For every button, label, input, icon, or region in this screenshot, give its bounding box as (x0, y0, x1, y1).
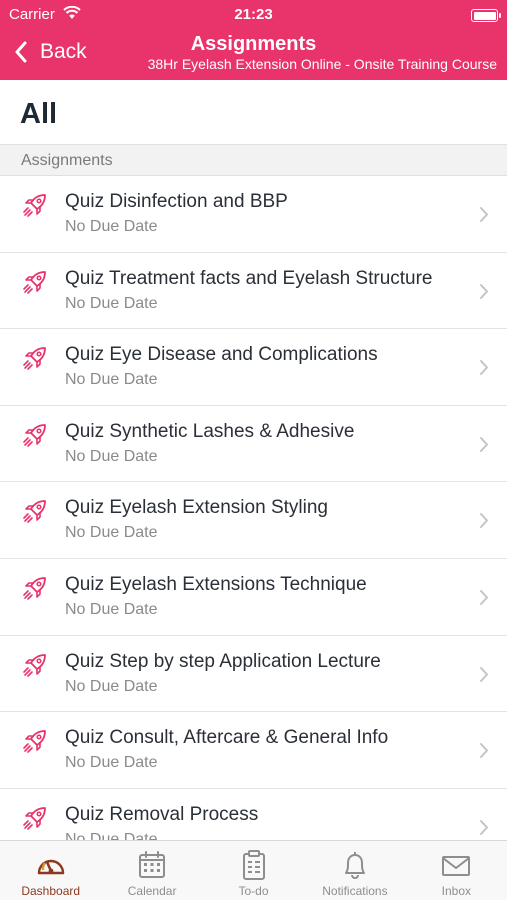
chevron-right-icon (480, 283, 488, 299)
tab-dashboard[interactable]: Dashboard (0, 841, 101, 900)
assignment-due-date: No Due Date (65, 677, 158, 695)
rocket-icon (23, 270, 46, 294)
chevron-right-icon (480, 513, 488, 529)
header-subtitle: 38Hr Eyelash Extension Online - Onsite T… (147, 56, 497, 72)
rocket-icon (23, 423, 46, 447)
assignment-row[interactable]: Quiz Eyelash Extensions Technique No Due … (0, 559, 507, 636)
page-heading: All (0, 80, 507, 144)
assignment-due-date: No Due Date (65, 294, 158, 312)
envelope-icon (442, 856, 471, 876)
assignment-name: Quiz Eyelash Extensions Technique (65, 573, 367, 595)
tab-notifications[interactable]: Notifications (304, 841, 405, 900)
chevron-right-icon (480, 589, 488, 605)
chevron-right-icon (480, 436, 488, 452)
rocket-icon (23, 653, 46, 677)
assignment-row[interactable]: Quiz Eyelash Extension Styling No Due Dat… (0, 482, 507, 559)
tab-inbox[interactable]: Inbox (406, 841, 507, 900)
assignment-row[interactable]: Quiz Synthetic Lashes & Adhesive No Due D… (0, 406, 507, 483)
status-time: 21:23 (234, 6, 273, 23)
tab-label: To-do (238, 884, 269, 898)
assignment-due-date: No Due Date (65, 524, 158, 542)
rocket-icon (23, 730, 46, 753)
section-header: Assignments (0, 144, 507, 176)
assignment-name: Quiz Consult, Aftercare & General Info (65, 727, 389, 749)
assignment-name: Quiz Step by step Application Lecture (65, 650, 381, 672)
assignment-row[interactable]: Quiz Step by step Application Lecture No … (0, 636, 507, 713)
tab-calendar[interactable]: Calendar (101, 841, 202, 900)
header-title: Assignments (190, 33, 317, 55)
rocket-icon (23, 500, 46, 524)
assignment-due-date: No Due Date (65, 447, 158, 465)
assignment-row[interactable]: Quiz Removal Process No Due Date (0, 789, 507, 840)
rocket-icon (23, 194, 46, 217)
tab-label: Inbox (441, 884, 471, 898)
assignment-due-date: No Due Date (65, 830, 158, 840)
assignment-due-date: No Due Date (65, 371, 158, 389)
assignment-name: Quiz Disinfection and BBP (65, 191, 288, 212)
section-header-label: Assignments (21, 152, 113, 169)
assignment-row[interactable]: Quiz Eye Disease and Complications No Due… (0, 329, 507, 406)
assignment-name: Quiz Synthetic Lashes & Adhesive (65, 420, 355, 442)
chevron-right-icon (480, 743, 488, 759)
tab-label: Dashboard (21, 884, 81, 898)
assignment-row[interactable]: Quiz Disinfection and BBP No Due Date (0, 176, 507, 253)
tab-todo[interactable]: To-do (203, 841, 304, 900)
page-title: All (20, 98, 58, 130)
calendar-icon (139, 851, 166, 878)
clipboard-icon (242, 850, 265, 880)
assignment-name: Quiz Treatment facts and Eyelash Structu… (65, 267, 433, 289)
assignment-name: Quiz Removal Process (65, 803, 259, 825)
assignment-due-date: No Due Date (65, 600, 158, 618)
assignment-due-date: No Due Date (65, 218, 158, 235)
assignment-name: Quiz Eyelash Extension Styling (65, 497, 328, 519)
chevron-right-icon (480, 207, 488, 222)
bell-icon (344, 852, 365, 879)
assignment-list[interactable]: Quiz Disinfection and BBP No Due Date Quiz… (0, 176, 507, 840)
chevron-right-icon (480, 360, 488, 376)
chevron-right-icon (480, 819, 488, 835)
assignment-name: Quiz Eye Disease and Complications (65, 344, 378, 366)
battery-icon (471, 9, 501, 22)
status-bar: Carrier 21:23 (0, 4, 507, 24)
assignment-due-date: No Due Date (65, 754, 158, 772)
assignment-row[interactable]: Quiz Consult, Aftercare & General Info No… (0, 712, 507, 789)
nav-header: Carrier 21:23 Back Assignments 38Hr Eyel… (0, 0, 507, 80)
rocket-icon (23, 347, 46, 370)
tab-label: Calendar (127, 884, 177, 898)
chevron-right-icon (480, 666, 488, 682)
rocket-icon (23, 577, 46, 600)
tab-bar: Dashboard Calendar To-do Notifications I… (0, 840, 507, 900)
tab-label: Notifications (322, 884, 388, 898)
dashboard-gauge-icon (37, 859, 64, 875)
assignment-row[interactable]: Quiz Treatment facts and Eyelash Structu… (0, 253, 507, 330)
rocket-icon (23, 806, 46, 830)
